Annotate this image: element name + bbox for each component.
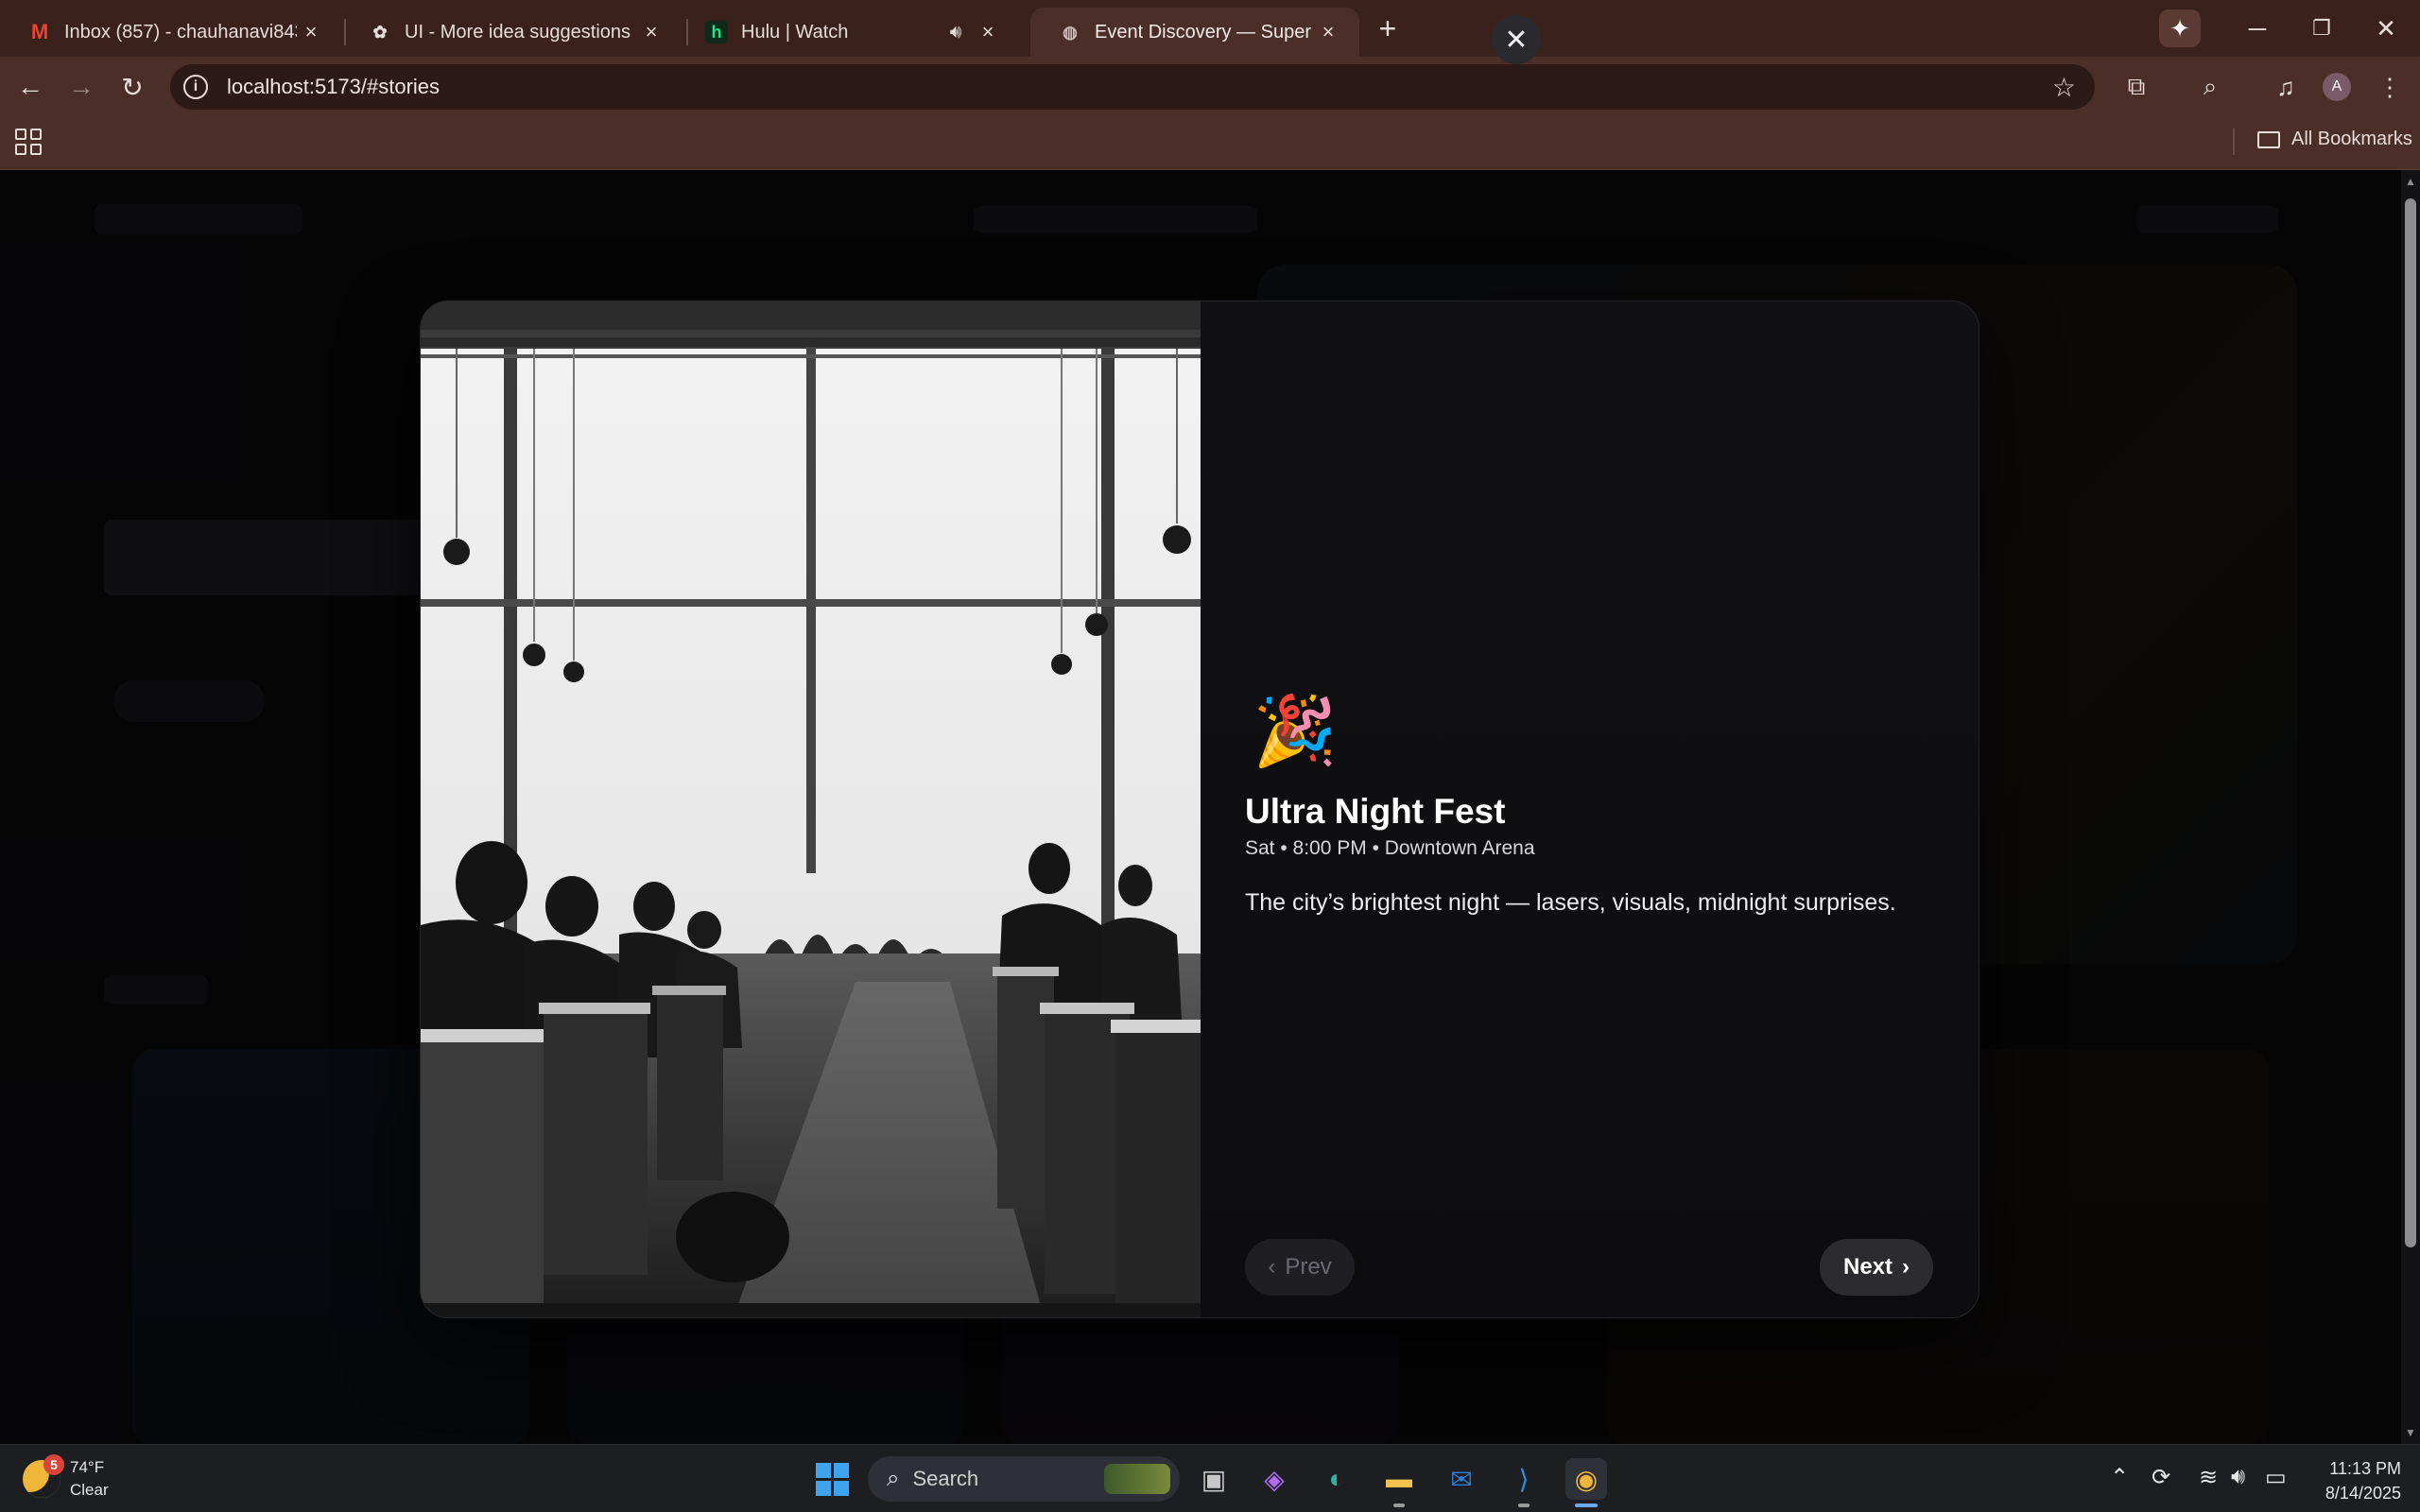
audio-playing-icon[interactable]: 🔊︎	[942, 18, 970, 46]
profile-avatar[interactable]: A	[2323, 73, 2351, 101]
event-description: The city’s brightest night — lasers, vis…	[1245, 889, 1896, 916]
tab-chatgpt[interactable]: ✿ UI - More idea suggestions ×	[340, 8, 683, 57]
story-modal	[420, 301, 1979, 1318]
address-bar[interactable]: i localhost:5173/#stories ☆	[170, 64, 2095, 110]
battery-icon[interactable]: ▭	[2265, 1464, 2287, 1491]
system-clock[interactable]: 11:13 PM 8/14/2025	[2307, 1456, 2401, 1505]
tab-event-discovery[interactable]: ◍ Event Discovery — Super App ×	[1030, 8, 1359, 57]
file-explorer-icon[interactable]: ▬	[1378, 1458, 1420, 1500]
close-tab-icon[interactable]: ×	[974, 18, 1002, 46]
weather-temp: 74°F	[70, 1458, 105, 1476]
all-bookmarks-label: All Bookmarks	[2291, 129, 2412, 149]
tab-gmail[interactable]: M Inbox (857) - chauhanavi843@gmail.com …	[0, 8, 342, 57]
search-icon: ⌕	[887, 1466, 900, 1491]
task-view-icon[interactable]: ▣	[1193, 1458, 1235, 1500]
chevron-left-icon: ‹	[1268, 1254, 1276, 1280]
outlook-icon[interactable]: ✉	[1441, 1458, 1482, 1500]
search-highlight-icon	[1104, 1464, 1170, 1494]
chrome-icon[interactable]: ◉	[1565, 1458, 1607, 1500]
url-text[interactable]: localhost:5173/#stories	[227, 75, 440, 99]
chatgpt-icon: ✿	[372, 22, 388, 42]
extensions-puzzle-icon[interactable]: ⧉	[2118, 68, 2155, 106]
edge-icon[interactable]: ◐	[1316, 1458, 1357, 1500]
browser-toolbar: ← → ↻ i localhost:5173/#stories ☆ ⧉ ⌕ ♫ …	[0, 57, 2420, 115]
media-controls-icon[interactable]: ♫	[2267, 68, 2305, 106]
apps-grid-icon[interactable]	[15, 129, 42, 155]
scroll-down-icon[interactable]: ▼	[2405, 1427, 2416, 1438]
close-tab-icon[interactable]: ×	[637, 18, 666, 46]
tab-title: Event Discovery — Super App	[1095, 21, 1314, 43]
all-bookmarks-button[interactable]: All Bookmarks	[2257, 129, 2412, 150]
menu-kebab-icon[interactable]: ⋮	[2371, 68, 2409, 106]
new-tab-button[interactable]: +	[1371, 11, 1405, 45]
folder-icon	[2257, 130, 2280, 148]
event-photo	[421, 301, 1201, 1317]
restore-icon[interactable]: ❐	[2293, 9, 2350, 47]
vscode-icon[interactable]: ⟩	[1503, 1458, 1545, 1500]
active-indicator	[1575, 1503, 1598, 1507]
back-arrow-icon[interactable]: ←	[9, 66, 51, 108]
windows-taskbar: 5 74°F Clear ⌕ Search ▣ ◈ ◐ ▬ ✉ ⟩ ◉ ⌃ ⟳ …	[0, 1444, 2420, 1512]
minimize-icon[interactable]: ─	[2229, 9, 2286, 47]
volume-icon[interactable]: 🔊︎	[2231, 1464, 2245, 1490]
page-scrollbar[interactable]: ▲ ▼	[2401, 170, 2420, 1444]
tab-title: UI - More idea suggestions	[405, 21, 631, 43]
copilot-icon[interactable]: ◈	[1253, 1458, 1295, 1500]
tray-overflow-icon[interactable]: ⌃	[2110, 1464, 2129, 1491]
forward-arrow-icon[interactable]: →	[60, 66, 102, 108]
prev-button[interactable]: ‹ Prev	[1245, 1239, 1355, 1296]
weather-badge: 5	[43, 1454, 64, 1475]
scroll-up-icon[interactable]: ▲	[2405, 176, 2416, 187]
running-indicator	[1393, 1503, 1405, 1507]
wifi-icon[interactable]: ≋	[2199, 1464, 2218, 1491]
clock-date: 8/14/2025	[2325, 1484, 2401, 1503]
screen-search-icon[interactable]: ⌕	[2191, 68, 2229, 106]
gmail-icon: M	[30, 20, 49, 43]
site-info-icon[interactable]: i	[183, 75, 208, 99]
weather-condition: Clear	[70, 1481, 109, 1499]
sync-icon[interactable]: ⟳	[2152, 1464, 2170, 1491]
window-close-icon[interactable]: ✕	[2358, 9, 2414, 47]
close-modal-button[interactable]: ✕	[1492, 15, 1541, 64]
running-indicator	[1518, 1503, 1530, 1507]
moon-icon: 5	[23, 1454, 64, 1498]
tab-title: Inbox (857) - chauhanavi843@gmail.com - …	[64, 21, 297, 43]
windows-logo-icon	[815, 1462, 849, 1496]
next-label: Next	[1842, 1254, 1893, 1280]
prev-label: Prev	[1285, 1254, 1332, 1280]
event-title: Ultra Night Fest	[1245, 792, 1506, 831]
weather-widget[interactable]: 5 74°F Clear	[23, 1454, 109, 1502]
bookmark-star-icon[interactable]: ☆	[2052, 72, 2076, 103]
event-meta: Sat • 8:00 PM • Downtown Arena	[1245, 837, 1535, 859]
clock-time: 11:13 PM	[2329, 1459, 2401, 1478]
scroll-thumb[interactable]	[2405, 198, 2416, 1247]
close-icon: ✕	[1504, 24, 1529, 56]
cafe-silhouette-image	[421, 301, 1201, 1317]
party-popper-icon: 🎉	[1253, 694, 1338, 769]
hulu-icon: h	[705, 21, 728, 43]
next-button[interactable]: Next ›	[1820, 1239, 1933, 1296]
gemini-sparkle-icon[interactable]: ✦	[2159, 9, 2201, 47]
close-tab-icon[interactable]: ×	[297, 18, 325, 46]
tab-title: Hulu | Watch	[741, 21, 849, 43]
close-tab-icon[interactable]: ×	[1314, 18, 1342, 46]
reload-icon[interactable]: ↻	[112, 66, 153, 108]
bookmarks-separator	[2233, 129, 2235, 155]
taskbar-search[interactable]: ⌕ Search	[868, 1456, 1180, 1502]
globe-icon: ◍	[1063, 22, 1078, 42]
search-label: Search	[912, 1467, 979, 1490]
tab-hulu[interactable]: h Hulu | Watch 🔊︎ ×	[677, 8, 1019, 57]
start-button[interactable]	[811, 1458, 853, 1500]
chevron-right-icon: ›	[1902, 1254, 1910, 1280]
tab-strip: M Inbox (857) - chauhanavi843@gmail.com …	[0, 0, 2420, 57]
bookmarks-bar: All Bookmarks	[0, 115, 2420, 170]
